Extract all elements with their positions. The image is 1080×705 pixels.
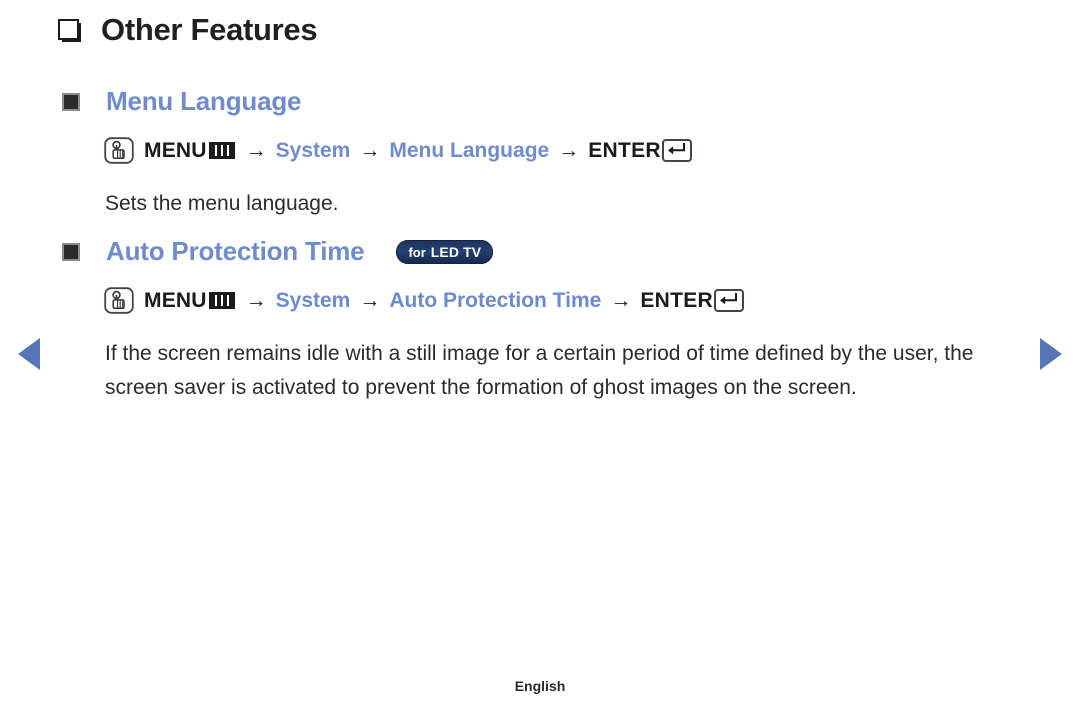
path-arrow: → xyxy=(558,138,580,162)
menu-path-menu-language: MENU → System → Menu Language → ENTER xyxy=(104,137,692,164)
feature-heading-text: Menu Language xyxy=(106,86,302,116)
feature-heading-text: Auto Protection Time xyxy=(106,236,365,266)
badge-prefix: for xyxy=(408,244,426,260)
press-hand-icon xyxy=(104,137,134,164)
path-arrow: → xyxy=(245,138,267,162)
menu-step-system: System xyxy=(275,288,351,312)
path-arrow: → xyxy=(610,288,632,312)
feature-heading-menu-language: Menu Language xyxy=(62,88,301,114)
menu-path-auto-protection-time: MENU → System → Auto Protection Time → E… xyxy=(104,287,745,314)
path-arrow: → xyxy=(359,288,381,312)
feature-description-menu-language: Sets the menu language. xyxy=(105,192,339,215)
outline-square-bullet-icon xyxy=(58,19,81,42)
menu-step-system: System xyxy=(275,138,351,162)
feature-heading-auto-protection-time: Auto Protection Time for LED TV xyxy=(62,236,494,266)
previous-page-arrow-icon[interactable] xyxy=(18,338,40,370)
enter-return-icon xyxy=(714,289,745,312)
filled-square-bullet-icon xyxy=(62,93,80,111)
menu-button-label: MENU xyxy=(144,138,207,162)
menu-step-menu-language: Menu Language xyxy=(389,138,550,162)
enter-button-label: ENTER xyxy=(640,288,714,312)
next-page-arrow-icon[interactable] xyxy=(1040,338,1062,370)
filled-square-bullet-icon xyxy=(62,243,80,261)
footer-language-label: English xyxy=(514,678,566,694)
path-arrow: → xyxy=(245,288,267,312)
badge-model: LED TV xyxy=(430,244,482,260)
page-title: Other Features xyxy=(58,12,318,47)
manual-page: Other Features Menu Language MENU → Syst… xyxy=(0,0,1080,705)
feature-description-auto-protection-time: If the screen remains idle with a still … xyxy=(105,342,974,399)
path-arrow: → xyxy=(359,138,381,162)
menu-button-label: MENU xyxy=(144,288,207,312)
menu-bars-icon xyxy=(208,142,235,159)
status-badge-for-led-tv: for LED TV xyxy=(396,240,494,264)
menu-bars-icon xyxy=(208,292,235,309)
menu-step-auto-protection-time: Auto Protection Time xyxy=(389,288,602,312)
enter-button-label: ENTER xyxy=(588,138,661,162)
page-title-text: Other Features xyxy=(101,12,318,47)
press-hand-icon xyxy=(104,287,134,314)
enter-return-icon xyxy=(661,139,692,162)
